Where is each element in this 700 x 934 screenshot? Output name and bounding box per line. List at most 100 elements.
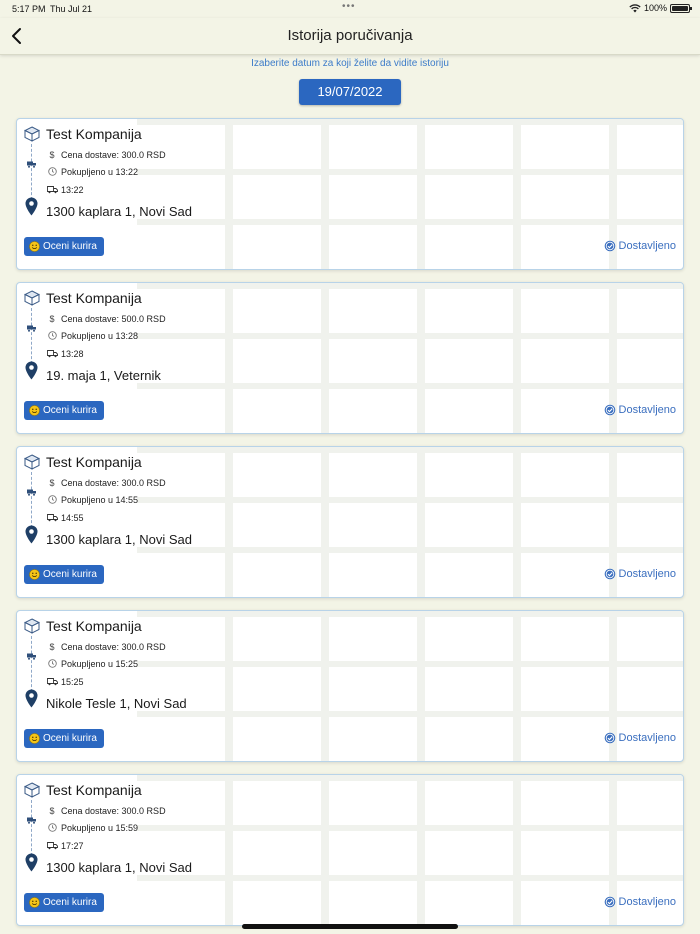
company-name: Test Kompanija: [46, 782, 142, 798]
route-line: [31, 472, 32, 528]
status-right: 100%: [629, 3, 692, 13]
pickup-time: Pokupljeno u 13:28: [61, 331, 139, 341]
dollar-icon: $: [49, 478, 55, 488]
date-hint: Izaberite datum za koji želite da vidite…: [251, 58, 449, 69]
clock-icon: [46, 331, 58, 341]
status-bar: 5:17 PM Thu Jul 21 ••• 100%: [0, 0, 700, 18]
delivery-address: 1300 kaplara 1, Novi Sad: [46, 532, 192, 547]
delivered-time: 15:25: [61, 677, 84, 687]
pickup-time-row: Pokupljeno u 15:59: [46, 823, 138, 833]
pickup-time: Pokupljeno u 14:55: [61, 495, 139, 505]
delivery-price-row: $ Cena dostave: 500.0 RSD: [46, 314, 165, 324]
pickup-time-row: Pokupljeno u 13:22: [46, 167, 138, 177]
location-pin-icon: [25, 853, 38, 872]
delivery-status: Dostavljeno: [604, 732, 676, 744]
delivery-status: Dostavljeno: [604, 404, 676, 416]
dollar-icon: $: [49, 806, 55, 816]
rate-courier-label: Oceni kurira: [43, 897, 97, 908]
delivery-status: Dostavljeno: [604, 240, 676, 252]
dollar-icon: $: [49, 150, 55, 160]
rate-courier-button[interactable]: Oceni kurira: [24, 893, 104, 912]
delivery-address: 1300 kaplara 1, Novi Sad: [46, 204, 192, 219]
status-time: 5:17 PM: [12, 4, 46, 14]
package-icon: [24, 454, 40, 470]
delivery-truck-icon: [46, 677, 58, 687]
delivery-price: Cena dostave: 300.0 RSD: [61, 642, 166, 652]
delivery-truck-icon: [46, 841, 58, 851]
company-name: Test Kompanija: [46, 454, 142, 470]
location-pin-icon: [25, 197, 38, 216]
route-line: [31, 636, 32, 692]
order-card[interactable]: Test Kompanija $ Cena dostave: 300.0 RSD …: [16, 118, 684, 270]
delivery-address: 19. maja 1, Veternik: [46, 368, 161, 383]
route-line: [31, 144, 32, 200]
truck-icon: [27, 489, 36, 496]
delivery-price-row: $ Cena dostave: 300.0 RSD: [46, 478, 166, 488]
location-pin-icon: [25, 361, 38, 380]
pickup-time: Pokupljeno u 15:59: [61, 823, 139, 833]
delivery-price: Cena dostave: 300.0 RSD: [61, 150, 166, 160]
smiley-icon: [29, 405, 40, 416]
date-picker-button[interactable]: 19/07/2022: [299, 79, 401, 105]
order-card[interactable]: Test Kompanija $ Cena dostave: 500.0 RSD …: [16, 282, 684, 434]
delivered-time-row: 13:28: [46, 349, 84, 359]
wifi-icon: [629, 3, 641, 12]
pickup-time-row: Pokupljeno u 13:28: [46, 331, 138, 341]
smiley-icon: [29, 241, 40, 252]
rate-courier-label: Oceni kurira: [43, 733, 97, 744]
smiley-icon: [29, 897, 40, 908]
truck-icon: [27, 161, 36, 168]
delivery-status-label: Dostavljeno: [618, 568, 676, 580]
smiley-icon: [29, 733, 40, 744]
package-icon: [24, 290, 40, 306]
pickup-time-row: Pokupljeno u 15:25: [46, 659, 138, 669]
delivery-price: Cena dostave: 300.0 RSD: [61, 478, 166, 488]
order-card[interactable]: Test Kompanija $ Cena dostave: 300.0 RSD …: [16, 610, 684, 762]
dollar-icon: $: [49, 314, 55, 324]
order-card[interactable]: Test Kompanija $ Cena dostave: 300.0 RSD …: [16, 774, 684, 926]
rate-courier-button[interactable]: Oceni kurira: [24, 237, 104, 256]
check-circle-icon: [604, 240, 615, 252]
rate-courier-label: Oceni kurira: [43, 405, 97, 416]
rate-courier-button[interactable]: Oceni kurira: [24, 565, 104, 584]
order-card[interactable]: Test Kompanija $ Cena dostave: 300.0 RSD …: [16, 446, 684, 598]
smiley-icon: [29, 569, 40, 580]
pickup-time-row: Pokupljeno u 14:55: [46, 495, 138, 505]
status-date: Thu Jul 21: [50, 4, 93, 14]
package-icon: [24, 618, 40, 634]
delivery-truck-icon: [46, 349, 58, 359]
page-title: Istorija poručivanja: [287, 27, 413, 44]
nav-bar: Istorija poručivanja: [0, 18, 700, 55]
delivered-time: 13:22: [61, 185, 84, 195]
delivery-status-label: Dostavljeno: [618, 240, 676, 252]
home-indicator[interactable]: [242, 924, 458, 929]
rate-courier-label: Oceni kurira: [43, 569, 97, 580]
delivery-truck-icon: [46, 513, 58, 523]
check-circle-icon: [604, 404, 615, 416]
battery-icon: [670, 3, 692, 13]
check-circle-icon: [604, 568, 615, 580]
delivery-status-label: Dostavljeno: [618, 896, 676, 908]
check-circle-icon: [604, 896, 615, 908]
delivery-price-row: $ Cena dostave: 300.0 RSD: [46, 150, 166, 160]
delivery-price: Cena dostave: 300.0 RSD: [61, 806, 166, 816]
multitasking-dots-icon[interactable]: •••: [342, 1, 356, 12]
rate-courier-button[interactable]: Oceni kurira: [24, 401, 104, 420]
delivered-time-row: 17:27: [46, 841, 84, 851]
delivery-status: Dostavljeno: [604, 896, 676, 908]
route-line: [31, 800, 32, 856]
truck-icon: [27, 817, 36, 824]
delivered-time-row: 15:25: [46, 677, 84, 687]
truck-icon: [27, 653, 36, 660]
delivery-status-label: Dostavljeno: [618, 404, 676, 416]
delivery-status: Dostavljeno: [604, 568, 676, 580]
company-name: Test Kompanija: [46, 618, 142, 634]
delivery-price-row: $ Cena dostave: 300.0 RSD: [46, 806, 166, 816]
delivered-time: 17:27: [61, 841, 84, 851]
route-line: [31, 308, 32, 364]
delivery-address: 1300 kaplara 1, Novi Sad: [46, 860, 192, 875]
rate-courier-button[interactable]: Oceni kurira: [24, 729, 104, 748]
company-name: Test Kompanija: [46, 126, 142, 142]
delivered-time-row: 13:22: [46, 185, 84, 195]
dollar-icon: $: [49, 642, 55, 652]
